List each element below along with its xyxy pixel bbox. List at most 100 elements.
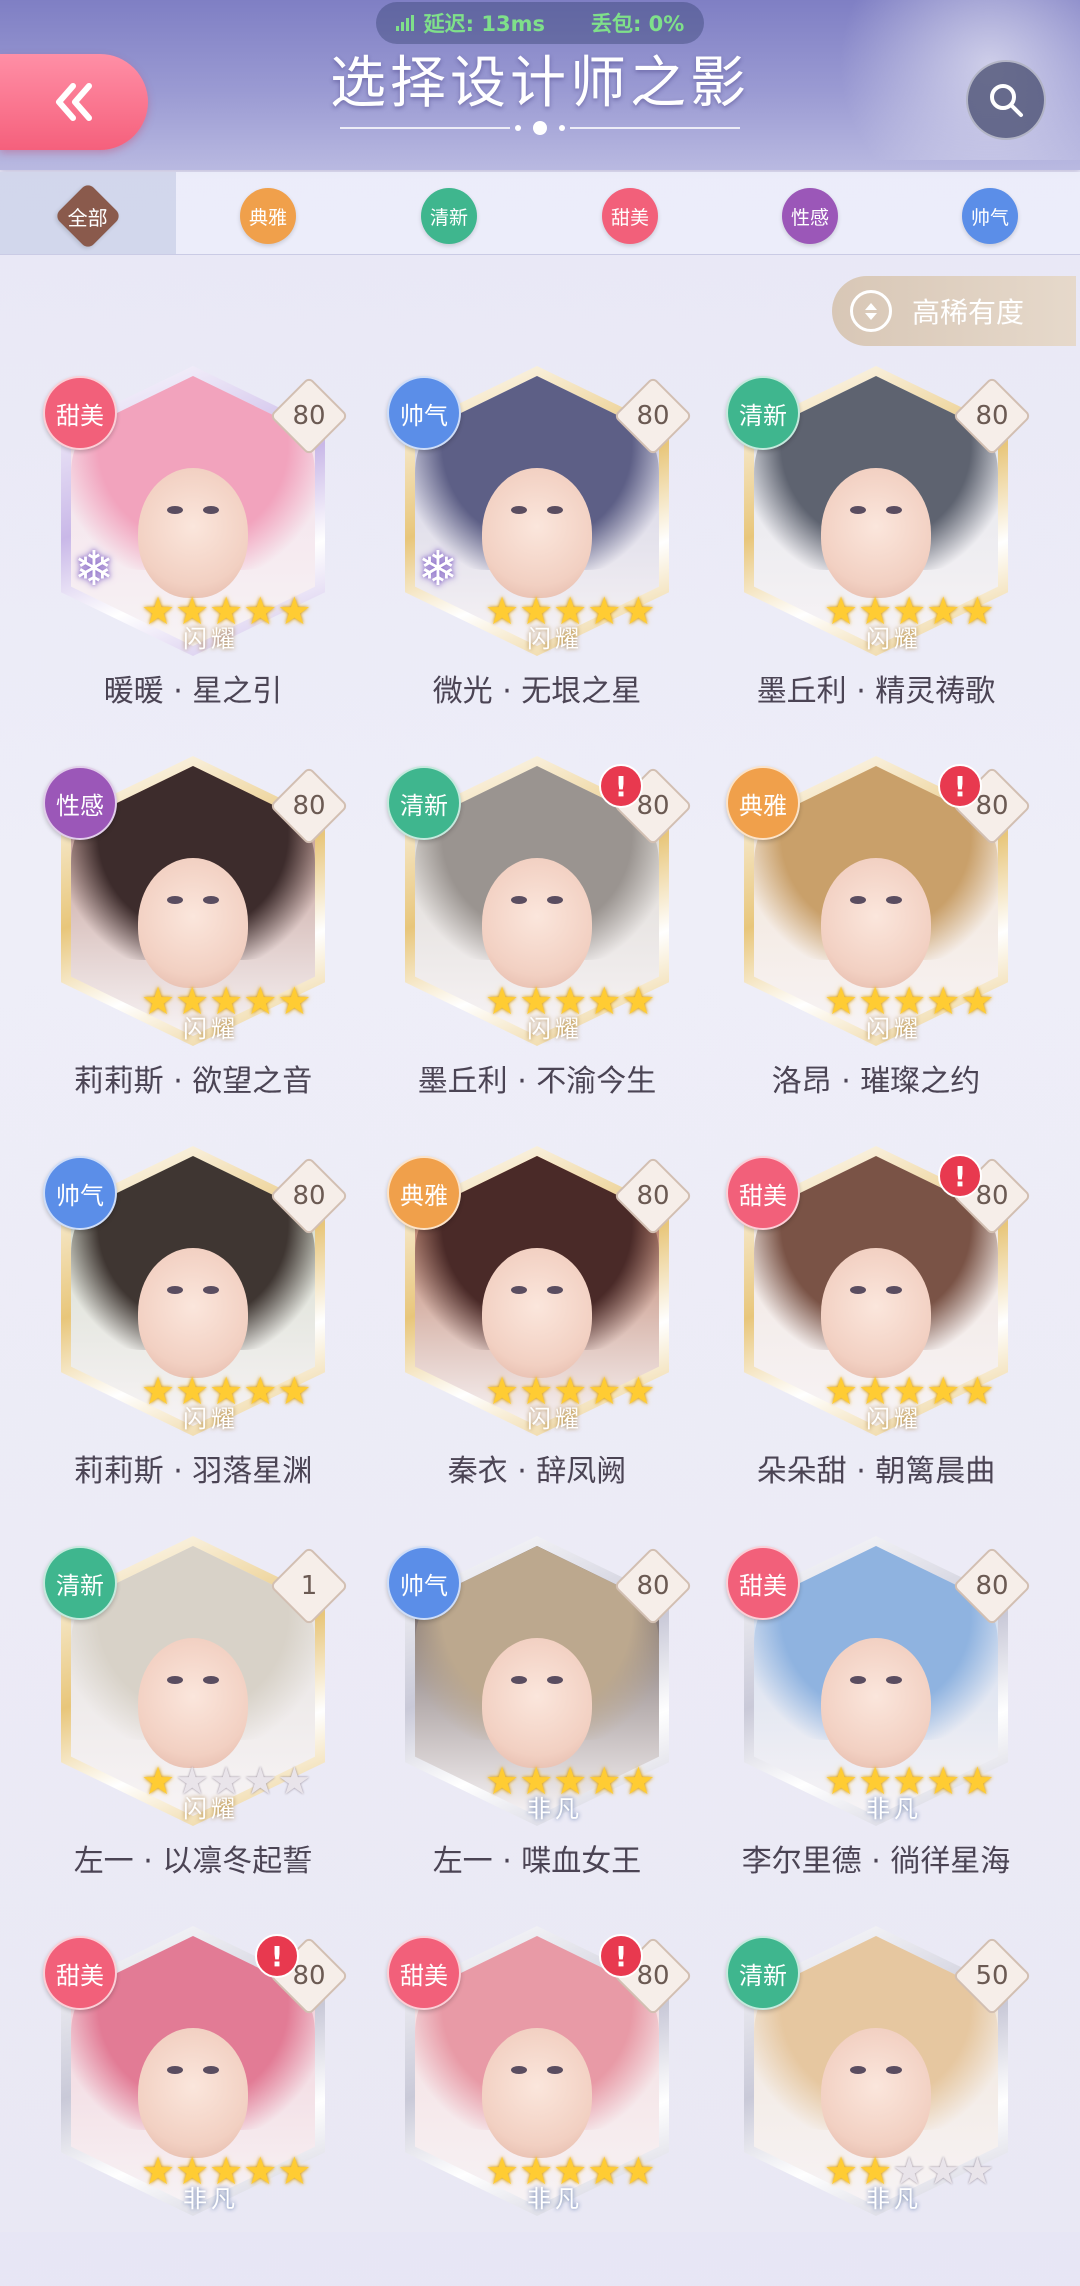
designer-shadow-card[interactable]: ★ ★ ★ ★ ★ 非凡 甜美 80 李尔里德 · 徜徉星海 (726, 1536, 1032, 1896)
level-value: 1 (300, 1571, 318, 1601)
filter-all-label: 全部 (68, 205, 108, 230)
rarity-banner: 闪耀 (527, 1404, 583, 1433)
card-name: 墨丘利 · 不渝今生 (417, 1064, 657, 1099)
designer-shadow-card[interactable]: ★ ★ ★ ★ ★ 闪耀 典雅 80 秦衣 · 辞凤阙 (387, 1146, 693, 1506)
level-value: 50 (975, 1961, 1009, 1991)
sort-icon (850, 290, 892, 332)
style-tag-badge: 典雅 (726, 766, 800, 840)
search-icon (990, 84, 1023, 117)
filter-elegant[interactable]: 典雅 (240, 188, 296, 244)
star-icon: ★ (277, 979, 312, 1023)
star-icon: ★ (621, 2149, 656, 2193)
filter-sweet[interactable]: 甜美 (602, 188, 658, 244)
star-icon: ★ (277, 1369, 312, 1413)
snowflake-icon: ❄ (417, 541, 459, 597)
style-tag-badge: 帅气 (43, 1156, 117, 1230)
card-name: 莉莉斯 · 欲望之音 (73, 1064, 313, 1099)
alert-icon: ! (938, 764, 982, 808)
card-name: 左一 · 喋血女王 (432, 1844, 642, 1879)
style-tag-badge: 性感 (43, 766, 117, 840)
card-name: 暖暖 · 星之引 (103, 674, 283, 709)
designer-shadow-card[interactable]: ★ ★ ★ ★ ★ 非凡 清新 50 (726, 1926, 1032, 2286)
star-icon: ★ (277, 1759, 312, 1803)
star-icon: ★ (960, 2149, 995, 2193)
star-icon: ★ (621, 1759, 656, 1803)
star-icon: ★ (960, 589, 995, 633)
sort-button[interactable]: 高稀有度 (832, 276, 1076, 346)
alert-icon: ! (255, 1934, 299, 1978)
designer-shadow-card[interactable]: ★ ★ ★ ★ ★ 闪耀 帅气 80 莉莉斯 · 羽落星渊 (43, 1146, 349, 1506)
header-bar: 延迟: 13ms 丢包: 0% 选择设计师之影 (0, 0, 1080, 170)
designer-shadow-card[interactable]: ★ ★ ★ ★ ★ 闪耀 清新 1 左一 · 以凛冬起誓 (43, 1536, 349, 1896)
designer-shadow-card[interactable]: ★ ★ ★ ★ ★ 非凡 甜美 80! (387, 1926, 693, 2286)
style-tag-badge: 清新 (726, 1936, 800, 2010)
style-tag-label: 帅气 (400, 1571, 448, 1600)
level-value: 80 (636, 1181, 670, 1211)
rarity-banner: 闪耀 (183, 1794, 239, 1823)
designer-shadow-card[interactable]: ❄ ★ ★ ★ ★ ★ 闪耀 帅气 80 微光 · 无垠之星 (387, 366, 693, 726)
card-name: 洛昂 · 璀璨之约 (771, 1064, 981, 1099)
style-tag-label: 清新 (739, 401, 787, 430)
designer-shadow-card[interactable]: ★ ★ ★ ★ ★ 闪耀 典雅 80! 洛昂 · 璀璨之约 (726, 756, 1032, 1116)
filter-elegant-label: 典雅 (248, 206, 287, 229)
rarity-banner: 非凡 (866, 1794, 922, 1823)
style-tag-label: 帅气 (56, 1181, 104, 1210)
signal-icon (395, 15, 414, 31)
card-name: 墨丘利 · 精灵祷歌 (756, 674, 996, 709)
level-value: 80 (292, 1181, 326, 1211)
star-icon: ★ (621, 589, 656, 633)
style-tag-badge: 甜美 (43, 376, 117, 450)
style-tag-badge: 帅气 (387, 1546, 461, 1620)
style-tag-badge: 甜美 (387, 1936, 461, 2010)
card-name: 朵朵甜 · 朝篱晨曲 (756, 1454, 996, 1489)
filter-cool[interactable]: 帅气 (962, 188, 1018, 244)
style-tag-label: 清新 (56, 1571, 104, 1600)
star-icon: ★ (621, 1369, 656, 1413)
rarity-banner: 闪耀 (527, 1014, 583, 1043)
star-icon: ★ (621, 979, 656, 1023)
style-tag-label: 甜美 (56, 401, 104, 430)
rarity-banner: 非凡 (866, 2184, 922, 2213)
star-icon: ★ (277, 589, 312, 633)
filter-sweet-label: 甜美 (610, 206, 649, 229)
rarity-banner: 非凡 (183, 2184, 239, 2213)
packet-loss-text: 丢包: 0% (590, 12, 685, 36)
snowflake-icon: ❄ (73, 541, 115, 597)
level-value: 80 (636, 1571, 670, 1601)
designer-shadow-card[interactable]: ★ ★ ★ ★ ★ 非凡 甜美 80! (43, 1926, 349, 2286)
designer-shadow-card[interactable]: ★ ★ ★ ★ ★ 闪耀 清新 80 墨丘利 · 精灵祷歌 (726, 366, 1032, 726)
style-tag-badge: 清新 (726, 376, 800, 450)
style-tag-label: 甜美 (400, 1961, 448, 1990)
designer-shadow-card[interactable]: ★ ★ ★ ★ ★ 闪耀 性感 80 莉莉斯 · 欲望之音 (43, 756, 349, 1116)
star-icon: ★ (960, 1369, 995, 1413)
style-tag-badge: 帅气 (387, 376, 461, 450)
search-button[interactable] (966, 60, 1046, 140)
card-name: 左一 · 以凛冬起誓 (73, 1844, 313, 1879)
category-filter-bar: 全部 典雅 清新 甜美 性感 帅气 (0, 172, 1080, 255)
rarity-banner: 闪耀 (866, 624, 922, 653)
level-value: 80 (975, 401, 1009, 431)
style-tag-label: 清新 (739, 1961, 787, 1990)
designer-shadow-card[interactable]: ★ ★ ★ ★ ★ 闪耀 清新 80! 墨丘利 · 不渝今生 (387, 756, 693, 1116)
style-tag-badge: 清新 (43, 1546, 117, 1620)
style-tag-badge: 清新 (387, 766, 461, 840)
rarity-banner: 闪耀 (866, 1404, 922, 1433)
sort-label: 高稀有度 (912, 296, 1025, 329)
page-title: 选择设计师之影 (330, 51, 750, 116)
level-value: 80 (292, 791, 326, 821)
designer-shadow-card[interactable]: ★ ★ ★ ★ ★ 非凡 帅气 80 左一 · 喋血女王 (387, 1536, 693, 1896)
style-tag-badge: 甜美 (43, 1936, 117, 2010)
card-name: 莉莉斯 · 羽落星渊 (73, 1454, 313, 1489)
card-name: 李尔里德 · 徜徉星海 (741, 1844, 1011, 1879)
filter-fresh[interactable]: 清新 (421, 188, 477, 244)
style-tag-label: 典雅 (400, 1181, 448, 1210)
rarity-banner: 闪耀 (183, 1404, 239, 1433)
alert-icon: ! (599, 1934, 643, 1978)
filter-sexy[interactable]: 性感 (782, 188, 838, 244)
style-tag-label: 典雅 (739, 791, 787, 820)
designer-shadow-card[interactable]: ★ ★ ★ ★ ★ 闪耀 甜美 80! 朵朵甜 · 朝篱晨曲 (726, 1146, 1032, 1506)
style-tag-label: 甜美 (739, 1181, 787, 1210)
card-name: 微光 · 无垠之星 (432, 674, 642, 709)
filter-sexy-label: 性感 (790, 206, 829, 229)
designer-shadow-card[interactable]: ❄ ★ ★ ★ ★ ★ 闪耀 甜美 80 暖暖 · 星之引 (43, 366, 349, 726)
